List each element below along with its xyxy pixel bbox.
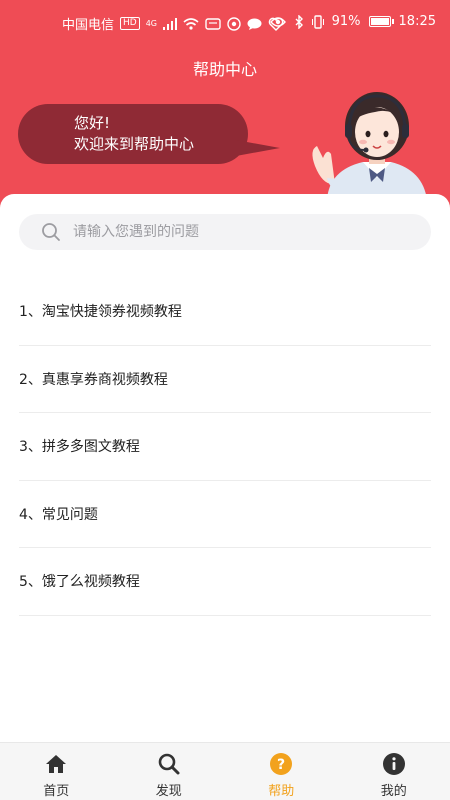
greeting-line1: 您好!	[74, 114, 111, 132]
tab-discover-label: 发现	[155, 784, 182, 799]
app-notification-icon	[227, 16, 241, 31]
faq-item-taobao[interactable]: 1、淘宝快捷领券视频教程	[19, 278, 431, 346]
page-title: 帮助中心	[192, 60, 257, 79]
tab-help[interactable]: ? 帮助	[225, 743, 338, 800]
search-icon	[42, 223, 60, 241]
clock: 18:25	[398, 14, 436, 29]
chat-icon	[247, 18, 262, 30]
status-bar: 中国电信 HD 4G 91% 18:25	[0, 0, 450, 44]
info-icon	[382, 753, 405, 775]
home-icon	[46, 755, 67, 773]
vibrate-icon	[311, 14, 324, 29]
bluetooth-icon	[295, 14, 303, 29]
hd-badge: HD	[120, 17, 140, 30]
tab-mine-label: 我的	[380, 784, 407, 799]
faq-item-eleme[interactable]: 5、饿了么视频教程	[19, 548, 431, 616]
greeting-line2: 欢迎来到帮助中心	[74, 135, 195, 153]
svg-text:?: ?	[277, 757, 285, 773]
search-input[interactable]	[73, 224, 373, 240]
tab-home-label: 首页	[43, 784, 70, 799]
tab-help-label: 帮助	[268, 784, 295, 799]
greeting-bubble: 您好! 欢迎来到帮助中心	[18, 104, 248, 164]
battery-icon	[368, 16, 394, 27]
battery-percent: 91%	[331, 14, 361, 29]
faq-item-pinduoduo[interactable]: 3、拼多多图文教程	[19, 413, 431, 481]
tab-discover[interactable]: 发现	[113, 743, 226, 800]
faq-list: 1、淘宝快捷领券视频教程 2、真惠享券商视频教程 3、拼多多图文教程 4、常见问…	[19, 278, 431, 616]
network-label: 4G	[145, 19, 158, 28]
question-icon: ?	[270, 753, 293, 775]
carrier-label: 中国电信	[62, 18, 115, 33]
faq-item-zhenhuixiang[interactable]: 2、真惠享券商视频教程	[19, 346, 431, 413]
signal-icon	[163, 17, 178, 30]
tab-home[interactable]: 首页	[0, 743, 113, 800]
wifi-icon	[183, 17, 199, 30]
eye-icon	[269, 16, 286, 27]
message-app-icon	[205, 17, 221, 30]
faq-item-common-questions[interactable]: 4、常见问题	[19, 481, 431, 548]
support-agent-mascot	[312, 92, 427, 200]
search-icon	[158, 753, 180, 775]
search-bar[interactable]	[19, 214, 431, 250]
tab-mine[interactable]: 我的	[338, 743, 450, 800]
greeting-bubble-tail	[236, 140, 280, 156]
bottom-tab-bar: 首页 发现 ? 帮助 我的	[0, 742, 450, 800]
